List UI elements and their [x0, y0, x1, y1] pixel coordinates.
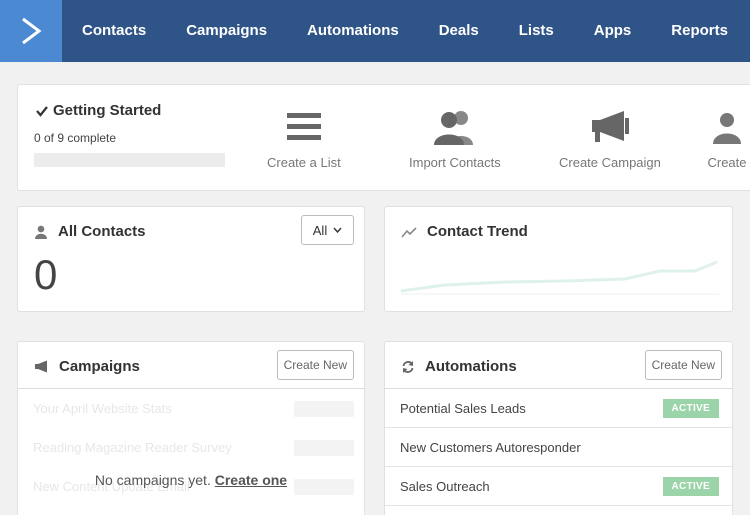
- campaigns-header: Campaigns Create New: [18, 342, 364, 389]
- progress-text: 0 of 9 complete: [34, 131, 117, 145]
- list-icon: [286, 109, 321, 145]
- getting-started-heading: Getting Started: [36, 102, 161, 119]
- contacts-filter-select[interactable]: All: [301, 215, 354, 245]
- campaigns-title: Campaigns: [59, 358, 140, 375]
- nav-item-campaigns[interactable]: Campaigns: [166, 0, 287, 62]
- automations-card: Automations Create New Potential Sales L…: [384, 341, 733, 515]
- step-import-contacts[interactable]: Import Contacts: [409, 109, 501, 170]
- placeholder-row: Reading Magazine Reader Survey: [18, 428, 364, 467]
- top-navigation: Contacts Campaigns Automations Deals Lis…: [0, 0, 750, 62]
- create-campaign-button[interactable]: Create New: [276, 350, 354, 380]
- all-contacts-card: All Contacts All 0: [17, 206, 365, 312]
- contacts-count: 0: [34, 251, 58, 298]
- create-automation-button[interactable]: Create New: [644, 350, 722, 380]
- automations-heading: Automations: [401, 358, 517, 375]
- trend-sparkline: [400, 260, 719, 295]
- campaigns-heading: Campaigns: [34, 358, 140, 375]
- user-icon: [707, 109, 747, 145]
- automations-header: Automations Create New: [385, 342, 732, 389]
- step-create[interactable]: Create: [707, 109, 747, 170]
- chevron-down-icon: [333, 227, 342, 233]
- empty-state-message: No campaigns yet. Create one: [18, 472, 364, 488]
- all-contacts-heading: All Contacts: [34, 223, 146, 240]
- getting-started-title: Getting Started: [53, 102, 162, 119]
- step-create-list[interactable]: Create a List: [267, 109, 341, 170]
- user-icon: [35, 225, 47, 239]
- create-one-link[interactable]: Create one: [215, 472, 287, 488]
- nav-item-deals[interactable]: Deals: [419, 0, 499, 62]
- automation-name: Sales Outreach: [400, 478, 490, 494]
- empty-state-text: No campaigns yet.: [94, 472, 211, 488]
- nav-item-lists[interactable]: Lists: [499, 0, 574, 62]
- automations-title: Automations: [425, 358, 517, 375]
- automation-row[interactable]: Potential Sales Leads ACTIVE: [385, 389, 732, 428]
- automation-name: Potential Sales Leads: [400, 400, 526, 416]
- placeholder-row: Your April Website Stats: [18, 389, 364, 428]
- placeholder-text: Reading Magazine Reader Survey: [33, 440, 232, 455]
- placeholder-pill: [294, 439, 354, 456]
- step-label: Create: [707, 155, 747, 170]
- placeholder-pill: [294, 400, 354, 417]
- megaphone-icon: [35, 360, 47, 373]
- automation-name: New Customers Autoresponder: [400, 439, 581, 455]
- getting-started-panel: Getting Started 0 of 9 complete Create a…: [17, 84, 750, 191]
- step-create-campaign[interactable]: Create Campaign: [559, 109, 661, 170]
- automation-row[interactable]: New Customers Autoresponder: [385, 428, 732, 467]
- status-badge: ACTIVE: [662, 398, 719, 418]
- progress-bar: [34, 153, 225, 167]
- contact-trend-card: Contact Trend: [384, 206, 733, 312]
- filter-value: All: [312, 222, 328, 238]
- refresh-icon: [402, 360, 414, 373]
- nav-item-apps[interactable]: Apps: [574, 0, 652, 62]
- automation-row[interactable]: Sales Outreach ACTIVE: [385, 467, 732, 506]
- status-badge: ACTIVE: [662, 476, 719, 496]
- step-label: Create Campaign: [559, 155, 661, 170]
- nav-menu: Contacts Campaigns Automations Deals Lis…: [62, 0, 748, 62]
- users-icon: [431, 109, 479, 145]
- nav-item-automations[interactable]: Automations: [287, 0, 419, 62]
- nav-item-reports[interactable]: Reports: [651, 0, 748, 62]
- step-label: Create a List: [267, 155, 341, 170]
- all-contacts-title: All Contacts: [58, 223, 146, 240]
- megaphone-icon: [590, 109, 630, 145]
- nav-item-contacts[interactable]: Contacts: [62, 0, 166, 62]
- logo[interactable]: [0, 0, 62, 62]
- step-label: Import Contacts: [409, 155, 501, 170]
- checkmark-icon: [36, 105, 48, 117]
- placeholder-text: Your April Website Stats: [33, 401, 172, 416]
- campaigns-card: Campaigns Create New Your April Website …: [17, 341, 365, 515]
- chevron-right-logo-icon: [22, 17, 42, 45]
